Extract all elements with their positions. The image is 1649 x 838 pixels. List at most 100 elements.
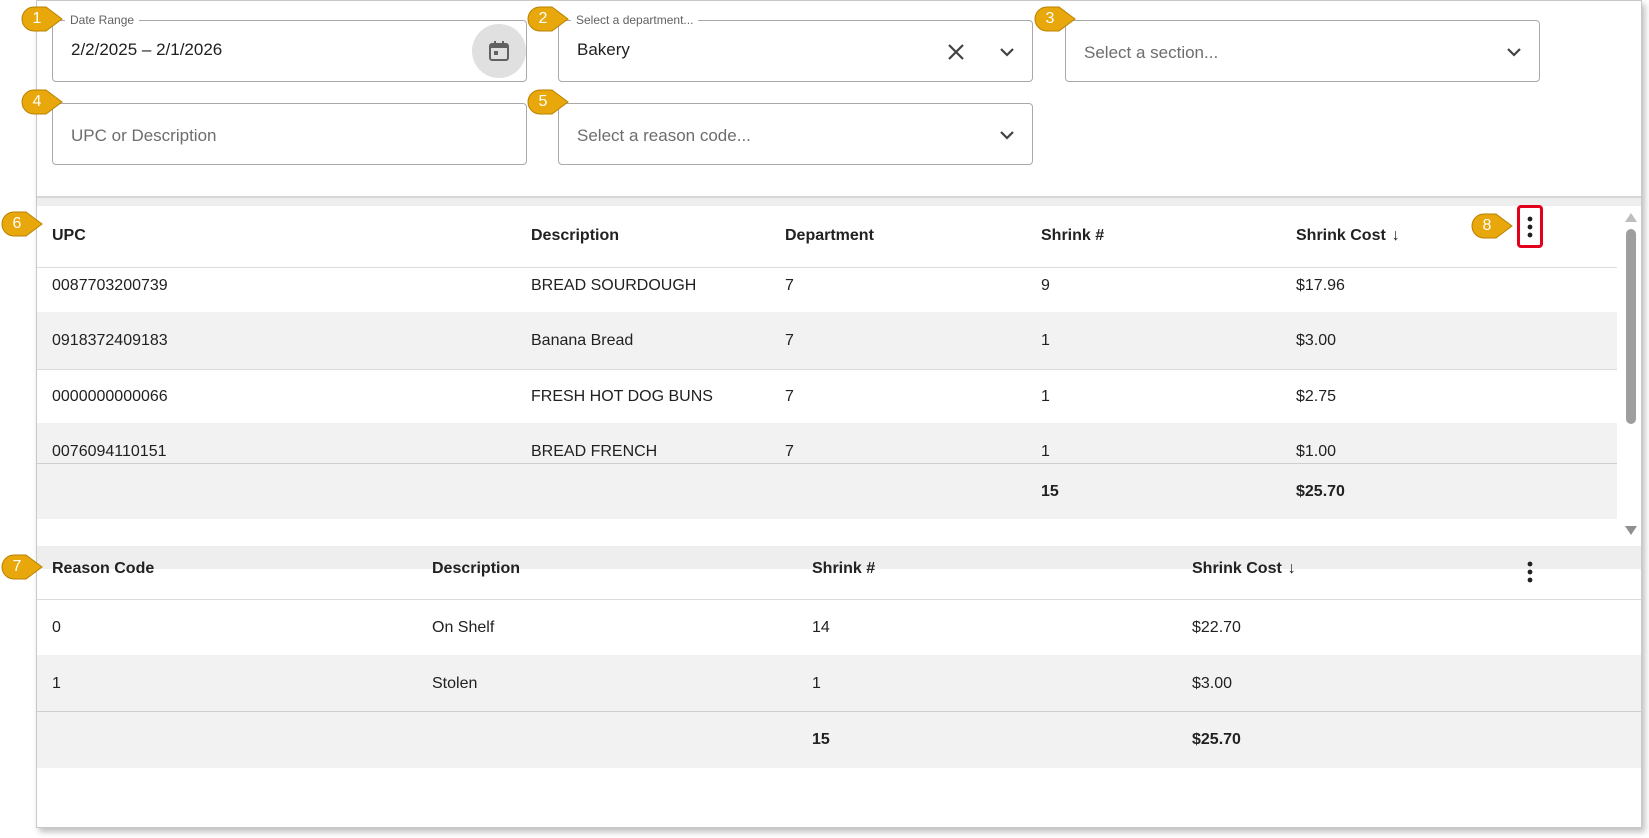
filter-bar: Date Range 2/2/2025 – 2/1/2026 Select a …	[37, 1, 1641, 197]
cell-reason-shrink-count: 1	[812, 675, 821, 692]
table-row[interactable]: 0087703200739 BREAD SOURDOUGH 7 9 $17.96	[37, 257, 1617, 315]
callout-6: 6	[0, 210, 44, 238]
cell-description: BREAD FRENCH	[531, 443, 658, 460]
calendar-button[interactable]	[472, 24, 526, 78]
items-table-scrollbar[interactable]	[1624, 211, 1638, 546]
reason-code-placeholder: Select a reason code...	[577, 126, 751, 145]
cell-reason-shrink-cost: $22.70	[1192, 619, 1241, 636]
callout-1-label: 1	[32, 10, 42, 27]
date-range-value[interactable]: 2/2/2025 – 2/1/2026	[71, 40, 222, 60]
cell-shrink-cost: $17.96	[1296, 277, 1345, 294]
col-reason-code[interactable]: Reason Code	[52, 560, 154, 578]
total-reason-shrink-cost: $25.70	[1192, 731, 1241, 748]
col-shrink-count[interactable]: Shrink #	[1041, 227, 1104, 245]
cell-shrink-cost: $1.00	[1296, 443, 1337, 460]
callout-8-label: 8	[1482, 217, 1492, 234]
items-table: UPC Description Department Shrink # Shri…	[37, 206, 1617, 546]
cell-shrink-count: 1	[1041, 332, 1050, 349]
clear-icon[interactable]	[946, 42, 966, 62]
col-shrink-cost-label: Shrink Cost	[1296, 227, 1386, 244]
reasons-table: Reason Code Description Shrink # Shrink …	[37, 560, 1641, 819]
callout-3-label: 3	[1045, 10, 1055, 27]
cell-upc: 0076094110151	[52, 443, 167, 460]
sort-down-icon: ↓	[1391, 227, 1400, 244]
callout-5-label: 5	[538, 93, 548, 110]
cell-reason-shrink-cost: $3.00	[1192, 675, 1233, 692]
reasons-table-menu-button[interactable]	[1523, 559, 1537, 585]
col-reason-shrink-cost-label: Shrink Cost	[1192, 560, 1282, 577]
callout-7-label: 7	[12, 558, 22, 575]
cell-reason-description: Stolen	[432, 675, 478, 692]
date-range-label: Date Range	[65, 13, 140, 27]
cell-description: FRESH HOT DOG BUNS	[531, 388, 713, 405]
cell-department: 7	[785, 277, 794, 294]
col-reason-shrink-count[interactable]: Shrink #	[812, 560, 875, 578]
cell-description: BREAD SOURDOUGH	[531, 277, 697, 294]
cell-shrink-cost: $3.00	[1296, 332, 1337, 349]
col-reason-description[interactable]: Description	[432, 560, 520, 578]
cell-description: Banana Bread	[531, 332, 634, 349]
date-range-field[interactable]: Date Range 2/2/2025 – 2/1/2026	[52, 13, 527, 82]
cell-shrink-count: 1	[1041, 443, 1050, 460]
cell-department: 7	[785, 443, 794, 460]
department-label: Select a department...	[571, 13, 699, 27]
shrink-report-panel: Date Range 2/2/2025 – 2/1/2026 Select a …	[36, 0, 1642, 828]
table-row[interactable]: 0000000000066 FRESH HOT DOG BUNS 7 1 $2.…	[37, 368, 1617, 426]
items-table-menu-button[interactable]	[1523, 214, 1537, 240]
col-department[interactable]: Department	[785, 227, 874, 245]
table-row[interactable]: 0918372409183 Banana Bread 7 1 $3.00	[37, 312, 1617, 370]
cell-reason-description: On Shelf	[432, 619, 495, 636]
callout-2: 2	[526, 5, 570, 33]
chevron-down-icon[interactable]	[1505, 43, 1523, 61]
scroll-down-arrow[interactable]	[1625, 526, 1637, 535]
cell-upc: 0000000000066	[52, 388, 168, 405]
callout-8: 8	[1470, 212, 1514, 240]
total-shrink-count: 15	[1041, 483, 1059, 500]
reasons-totals-row: 15 $25.70	[37, 711, 1641, 768]
calendar-icon	[489, 41, 509, 61]
cell-upc: 0087703200739	[52, 277, 168, 294]
callout-3: 3	[1033, 5, 1077, 33]
callout-6-label: 6	[12, 215, 22, 232]
chevron-down-icon[interactable]	[998, 126, 1016, 144]
sort-down-icon: ↓	[1287, 560, 1296, 577]
scroll-up-arrow[interactable]	[1625, 213, 1637, 222]
cell-department: 7	[785, 388, 794, 405]
total-shrink-cost: $25.70	[1296, 483, 1345, 500]
col-upc[interactable]: UPC	[52, 227, 86, 245]
more-vert-icon	[1527, 561, 1533, 583]
cell-reason-code: 1	[52, 675, 61, 692]
scroll-thumb[interactable]	[1626, 229, 1636, 424]
upc-description-placeholder: UPC or Description	[71, 126, 217, 145]
callout-1: 1	[20, 5, 64, 33]
items-totals-row: 15 $25.70	[37, 463, 1617, 519]
table-row[interactable]: 0076094110151 BREAD FRENCH 7 1 $1.00	[37, 423, 1617, 463]
more-vert-icon	[1527, 216, 1533, 238]
department-value: Bakery	[577, 40, 630, 59]
col-reason-shrink-cost[interactable]: Shrink Cost ↓	[1192, 560, 1296, 578]
cell-reason-code: 0	[52, 619, 61, 636]
cell-shrink-count: 9	[1041, 277, 1050, 294]
section-select[interactable]: Select a section...	[1065, 20, 1540, 82]
section-placeholder: Select a section...	[1084, 43, 1219, 62]
chevron-down-icon[interactable]	[998, 43, 1016, 61]
table-row[interactable]: 0 On Shelf 14 $22.70	[37, 599, 1641, 657]
reason-code-select[interactable]: Select a reason code...	[558, 103, 1033, 165]
cell-upc: 0918372409183	[52, 332, 168, 349]
cell-reason-shrink-count: 14	[812, 619, 830, 636]
upc-description-input[interactable]: UPC or Description	[52, 103, 527, 165]
col-shrink-cost[interactable]: Shrink Cost ↓	[1296, 227, 1400, 245]
department-select[interactable]: Select a department... Bakery	[558, 13, 1033, 82]
cell-shrink-cost: $2.75	[1296, 388, 1337, 405]
section-divider	[37, 196, 1641, 206]
reasons-table-header: Reason Code Description Shrink # Shrink …	[37, 560, 1641, 600]
cell-shrink-count: 1	[1041, 388, 1050, 405]
cell-department: 7	[785, 332, 794, 349]
table-row[interactable]: 1 Stolen 1 $3.00	[37, 655, 1641, 713]
callout-4: 4	[20, 88, 64, 116]
callout-2-label: 2	[538, 10, 548, 27]
callout-7: 7	[0, 553, 44, 581]
callout-4-label: 4	[32, 93, 42, 110]
total-reason-shrink-count: 15	[812, 731, 830, 748]
col-description[interactable]: Description	[531, 227, 619, 245]
